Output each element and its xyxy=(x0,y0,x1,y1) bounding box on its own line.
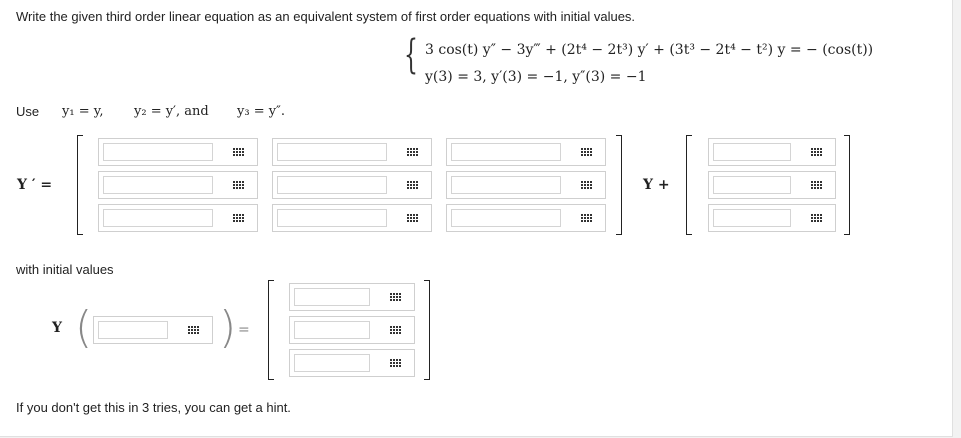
keyboard-grid-icon[interactable] xyxy=(389,325,404,338)
matrix-input-3-2[interactable] xyxy=(277,209,387,227)
matrix-left-bracket xyxy=(77,135,83,235)
question-panel: Write the given third order linear equat… xyxy=(0,0,953,437)
initial-y-label: Y xyxy=(52,320,62,336)
vector-cell-1 xyxy=(708,138,836,166)
matrix-input-3-1[interactable] xyxy=(103,209,213,227)
matrix-input-3-3[interactable] xyxy=(451,209,561,227)
matrix-input-2-2[interactable] xyxy=(277,176,387,194)
keyboard-grid-icon[interactable] xyxy=(580,180,595,193)
vector-cell-3 xyxy=(708,204,836,232)
equation-line: 3 cos(t) y″ − 3y‴ + (2t⁴ − 2t³) y′ + (3t… xyxy=(425,42,874,58)
initial-right-bracket xyxy=(424,280,430,380)
keyboard-grid-icon[interactable] xyxy=(406,213,421,226)
initial-cell-1 xyxy=(289,283,415,311)
initial-conditions-line: y(3) = 3, y′(3) = −1, y″(3) = −1 xyxy=(425,69,647,85)
initial-input-1[interactable] xyxy=(294,288,370,306)
keyboard-grid-icon[interactable] xyxy=(810,147,825,160)
matrix-cell-2-3 xyxy=(446,171,606,199)
y2-definition: y₂ = y′, and xyxy=(134,104,209,119)
matrix-cell-2-2 xyxy=(272,171,432,199)
keyboard-grid-icon[interactable] xyxy=(406,147,421,160)
initial-time-input[interactable] xyxy=(98,321,168,339)
use-label: Use xyxy=(16,104,40,119)
question-prompt: Write the given third order linear equat… xyxy=(16,9,636,24)
matrix-input-1-2[interactable] xyxy=(277,143,387,161)
matrix-cell-3-1 xyxy=(98,204,258,232)
vector-right-bracket xyxy=(844,135,850,235)
matrix-cell-1-1 xyxy=(98,138,258,166)
matrix-right-bracket xyxy=(616,135,622,235)
initial-left-bracket xyxy=(268,280,274,380)
y-plus-label: Y + xyxy=(643,177,670,193)
keyboard-grid-icon[interactable] xyxy=(187,325,202,338)
keyboard-grid-icon[interactable] xyxy=(580,147,595,160)
keyboard-grid-icon[interactable] xyxy=(580,213,595,226)
keyboard-grid-icon[interactable] xyxy=(389,292,404,305)
right-paren: ) xyxy=(219,302,237,353)
vector-input-2[interactable] xyxy=(713,176,791,194)
left-paren: ( xyxy=(75,302,93,353)
left-brace: { xyxy=(404,32,418,78)
matrix-cell-3-3 xyxy=(446,204,606,232)
matrix-input-1-1[interactable] xyxy=(103,143,213,161)
initial-values-label: with initial values xyxy=(16,262,114,277)
matrix-cell-1-3 xyxy=(446,138,606,166)
keyboard-grid-icon[interactable] xyxy=(406,180,421,193)
keyboard-grid-icon[interactable] xyxy=(232,147,247,160)
hint-text: If you don't get this in 3 tries, you ca… xyxy=(16,400,291,415)
vector-input-3[interactable] xyxy=(713,209,791,227)
matrix-input-2-1[interactable] xyxy=(103,176,213,194)
keyboard-grid-icon[interactable] xyxy=(232,180,247,193)
initial-time-cell xyxy=(93,316,213,344)
initial-cell-2 xyxy=(289,316,415,344)
keyboard-grid-icon[interactable] xyxy=(389,358,404,371)
y1-definition: y₁ = y, xyxy=(62,104,104,119)
vector-cell-2 xyxy=(708,171,836,199)
matrix-cell-3-2 xyxy=(272,204,432,232)
keyboard-grid-icon[interactable] xyxy=(810,213,825,226)
matrix-cell-1-2 xyxy=(272,138,432,166)
matrix-input-1-3[interactable] xyxy=(451,143,561,161)
matrix-cell-2-1 xyxy=(98,171,258,199)
vector-left-bracket xyxy=(686,135,692,235)
initial-input-3[interactable] xyxy=(294,354,370,372)
initial-input-2[interactable] xyxy=(294,321,370,339)
vector-input-1[interactable] xyxy=(713,143,791,161)
y-prime-equals: Y ′ = xyxy=(17,177,53,193)
initial-equals: = xyxy=(238,322,250,338)
initial-cell-3 xyxy=(289,349,415,377)
y3-definition: y₃ = y″. xyxy=(237,104,286,119)
keyboard-grid-icon[interactable] xyxy=(810,180,825,193)
keyboard-grid-icon[interactable] xyxy=(232,213,247,226)
matrix-input-2-3[interactable] xyxy=(451,176,561,194)
